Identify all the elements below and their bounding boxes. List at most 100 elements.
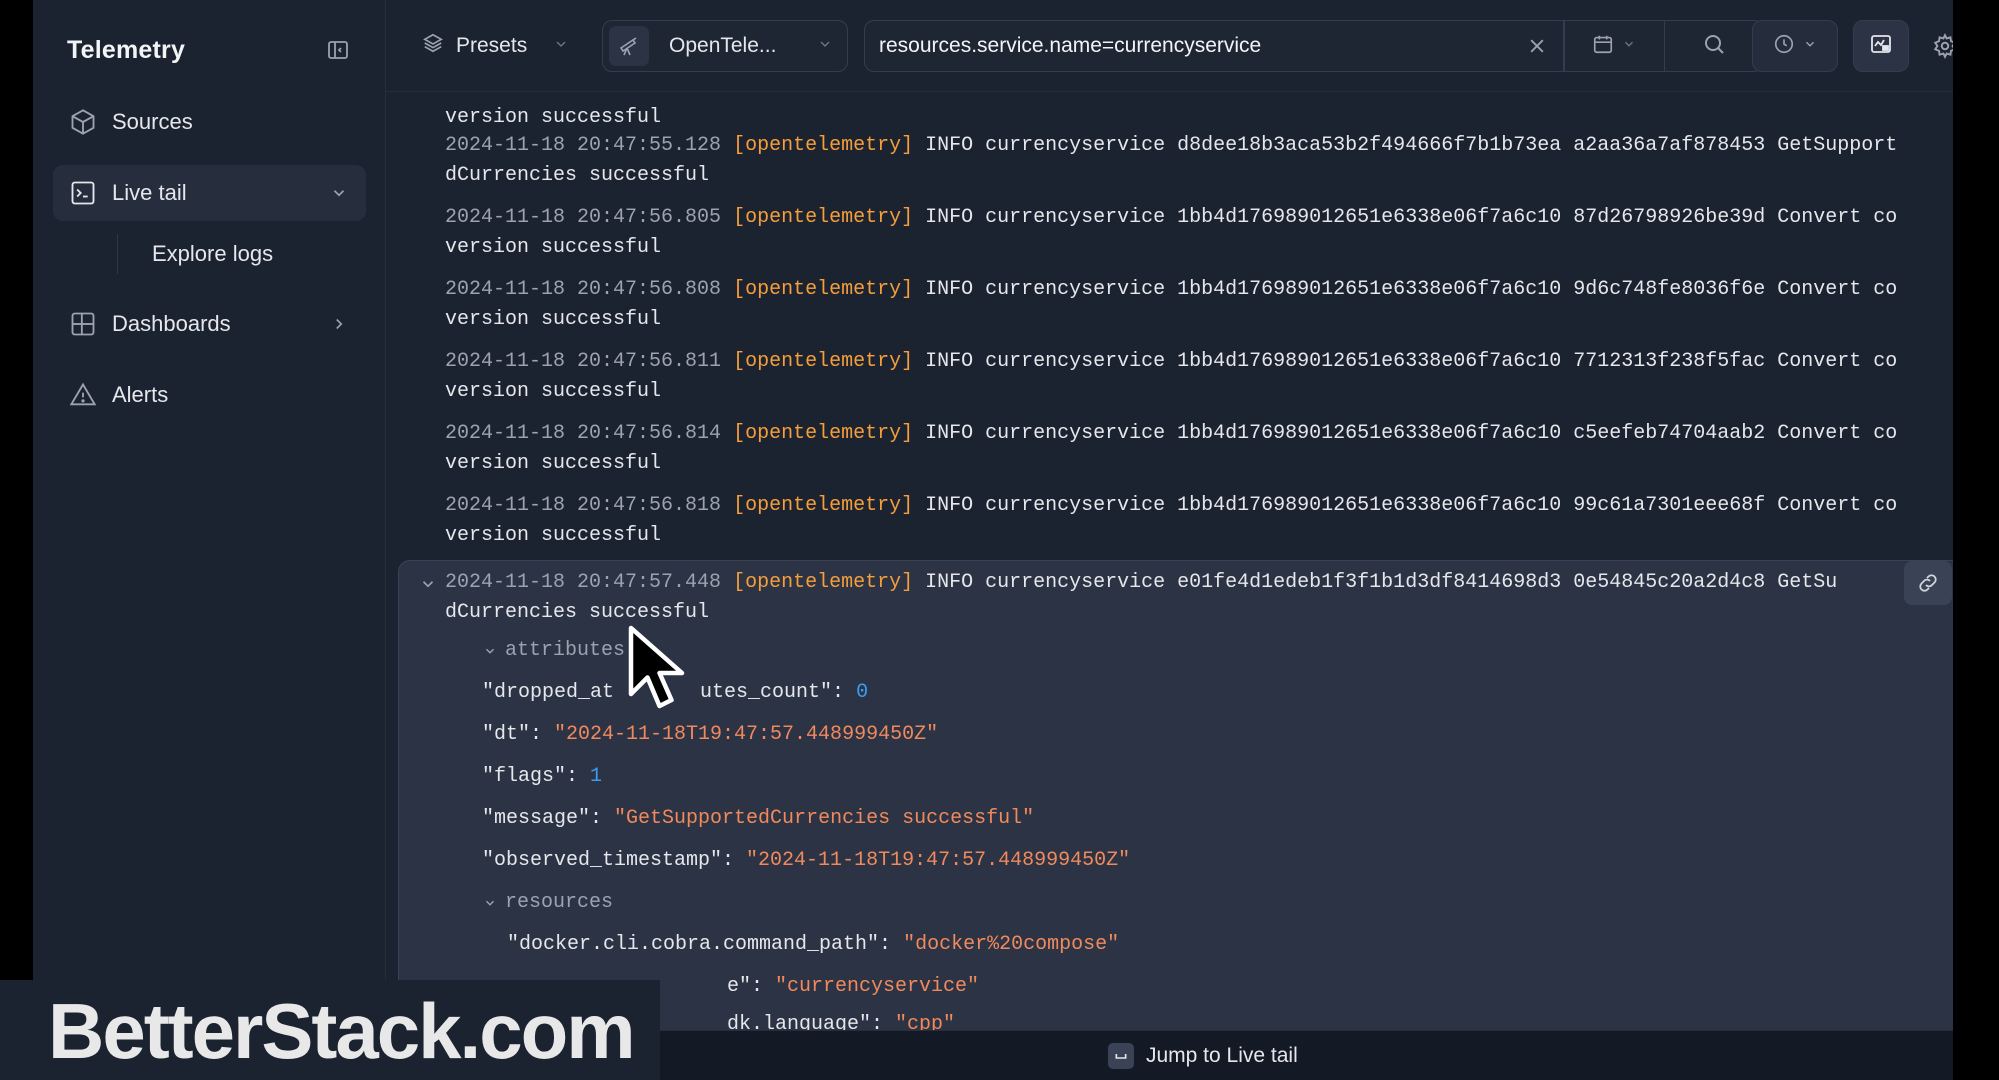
log-message-continuation: version successful [445,106,662,129]
log-message: INFO currencyservice 1bb4d176989012651e6… [925,494,1898,517]
log-message-continuation: dCurrencies successful [445,164,710,187]
resource-row[interactable]: e": "currencyservice" [727,975,979,998]
attribute-key: "message": [482,807,615,830]
attribute-row[interactable]: "dt": "2024-11-18T19:47:57.448999450Z" [482,723,938,746]
live-chart-icon [1869,32,1893,61]
log-timestamp: 2024-11-18 20:47:56.811 [445,350,722,373]
log-source: [opentelemetry] [733,206,914,229]
log-list[interactable]: version successful 2024-11-18 20:47:55.1… [386,92,1953,1030]
clear-icon[interactable] [1527,36,1547,56]
search-button[interactable] [1663,21,1764,71]
attribute-value: 0 [856,681,869,704]
chevron-down-icon [553,34,569,58]
log-message-continuation: version successful [445,308,662,331]
resource-key: "docker.cli.cobra.command_path": [507,933,904,956]
terminal-icon [68,178,98,208]
log-message: INFO currencyservice 1bb4d176989012651e6… [925,350,1898,373]
resource-value: "currencyservice" [775,975,980,998]
log-timestamp: 2024-11-18 20:47:57.448 [445,571,722,594]
date-picker-button[interactable] [1564,21,1664,71]
presets-label: Presets [456,34,528,57]
source-label: OpenTele... [669,34,777,57]
app-window: Telemetry Sources Live tail Explore logs [33,0,1953,1080]
log-line: 2024-11-18 20:47:56.818 [opentelemetry] … [445,494,1897,517]
sidebar-item-dashboards[interactable]: Dashboards [53,296,366,352]
resource-value: "docker%20compose" [903,933,1120,956]
chevron-right-icon[interactable] [326,311,352,337]
log-line: 2024-11-18 20:47:56.808 [opentelemetry] … [445,278,1897,301]
attribute-row[interactable]: "message": "GetSupportedCurrencies succe… [482,807,1034,830]
log-line: 2024-11-18 20:47:57.448 [opentelemetry] … [445,571,1837,594]
attribute-value: "2024-11-18T19:47:57.448999450Z" [554,723,939,746]
attribute-row[interactable]: "observed_timestamp": "2024-11-18T19:47:… [482,849,1130,872]
attribute-key: "flags": [482,765,591,788]
query-box [864,20,1564,72]
resources-label: resources [505,891,614,914]
source-selector[interactable]: OpenTele... [602,20,848,72]
attribute-key: "observed_timestamp": [482,849,747,872]
live-view-button[interactable] [1853,20,1909,72]
resource-row[interactable]: dk.language": "cpp" [727,1013,955,1030]
chevron-down-icon[interactable] [326,180,352,206]
presets-dropdown[interactable]: Presets [422,22,569,70]
attribute-row[interactable]: "flags": 1 [482,765,602,788]
sidebar-item-live-tail[interactable]: Live tail [53,165,366,221]
sidebar-item-label: Live tail [112,180,187,205]
sidebar-subitem-explore-logs[interactable]: Explore logs [117,234,273,274]
sidebar-item-label: Dashboards [112,311,231,336]
chevron-down-icon [817,36,833,57]
time-range-button[interactable] [1752,20,1838,72]
log-timestamp: 2024-11-18 20:47:56.814 [445,422,722,445]
log-source: [opentelemetry] [733,422,914,445]
resource-value: "cpp" [895,1013,956,1030]
log-message: INFO currencyservice e01fe4d1edeb1f3f1b1… [925,571,1838,594]
jump-to-live-tail-button[interactable]: Jump to Live tail [1108,1039,1298,1073]
chevron-down-icon [486,648,494,654]
chevron-down-icon [486,900,494,906]
cube-icon [68,107,98,137]
log-message-continuation: version successful [445,452,662,475]
log-message: INFO currencyservice 1bb4d176989012651e6… [925,278,1898,301]
calendar-icon [1592,33,1614,60]
layers-icon [422,32,444,60]
sidebar-item-label: Sources [112,109,193,134]
attribute-key: utes_count": [700,681,857,704]
query-input[interactable] [879,21,1527,71]
sidebar-item-label: Alerts [112,382,169,407]
log-message-continuation: version successful [445,236,662,259]
query-actions [1564,20,1764,72]
attributes-toggle[interactable]: attributes [483,639,625,662]
attribute-value: 1 [590,765,603,788]
log-message: INFO currencyservice d8dee18b3aca53b2f49… [925,134,1898,157]
attributes-label: attributes [505,639,626,662]
log-message: INFO currencyservice 1bb4d176989012651e6… [925,422,1898,445]
log-line: 2024-11-18 20:47:56.814 [opentelemetry] … [445,422,1897,445]
attribute-key: "dropped_at [482,681,615,704]
clock-icon [1773,33,1795,60]
log-line: 2024-11-18 20:47:56.805 [opentelemetry] … [445,206,1897,229]
watermark-text: BetterStack.com [48,987,636,1075]
sidebar-collapse-icon[interactable] [324,36,352,64]
attribute-value: "GetSupportedCurrencies successful" [614,807,1035,830]
sidebar-item-alerts[interactable]: Alerts [53,367,366,423]
resource-key: dk.language": [727,1013,896,1030]
chevron-down-icon [1622,37,1636,56]
resource-row[interactable]: "docker.cli.cobra.command_path": "docker… [507,933,1119,956]
log-timestamp: 2024-11-18 20:47:56.818 [445,494,722,517]
log-timestamp: 2024-11-18 20:47:56.808 [445,278,722,301]
log-line: 2024-11-18 20:47:55.128 [opentelemetry] … [445,134,1897,157]
resource-key: e": [727,975,776,998]
resources-toggle[interactable]: resources [483,891,613,914]
log-source: [opentelemetry] [733,134,914,157]
collapse-chevron-icon[interactable] [419,575,439,595]
copy-link-icon[interactable] [1904,561,1952,605]
mouse-pointer-icon [628,625,685,709]
log-timestamp: 2024-11-18 20:47:55.128 [445,134,722,157]
toolbar: Presets OpenTele... [386,0,1953,92]
settings-gear-icon[interactable] [1929,30,1953,62]
log-line: 2024-11-18 20:47:56.811 [opentelemetry] … [445,350,1897,373]
log-source: [opentelemetry] [733,350,914,373]
sidebar: Telemetry Sources Live tail Explore logs [33,0,386,1080]
sidebar-item-sources[interactable]: Sources [53,94,366,150]
attribute-value: "2024-11-18T19:47:57.448999450Z" [746,849,1131,872]
